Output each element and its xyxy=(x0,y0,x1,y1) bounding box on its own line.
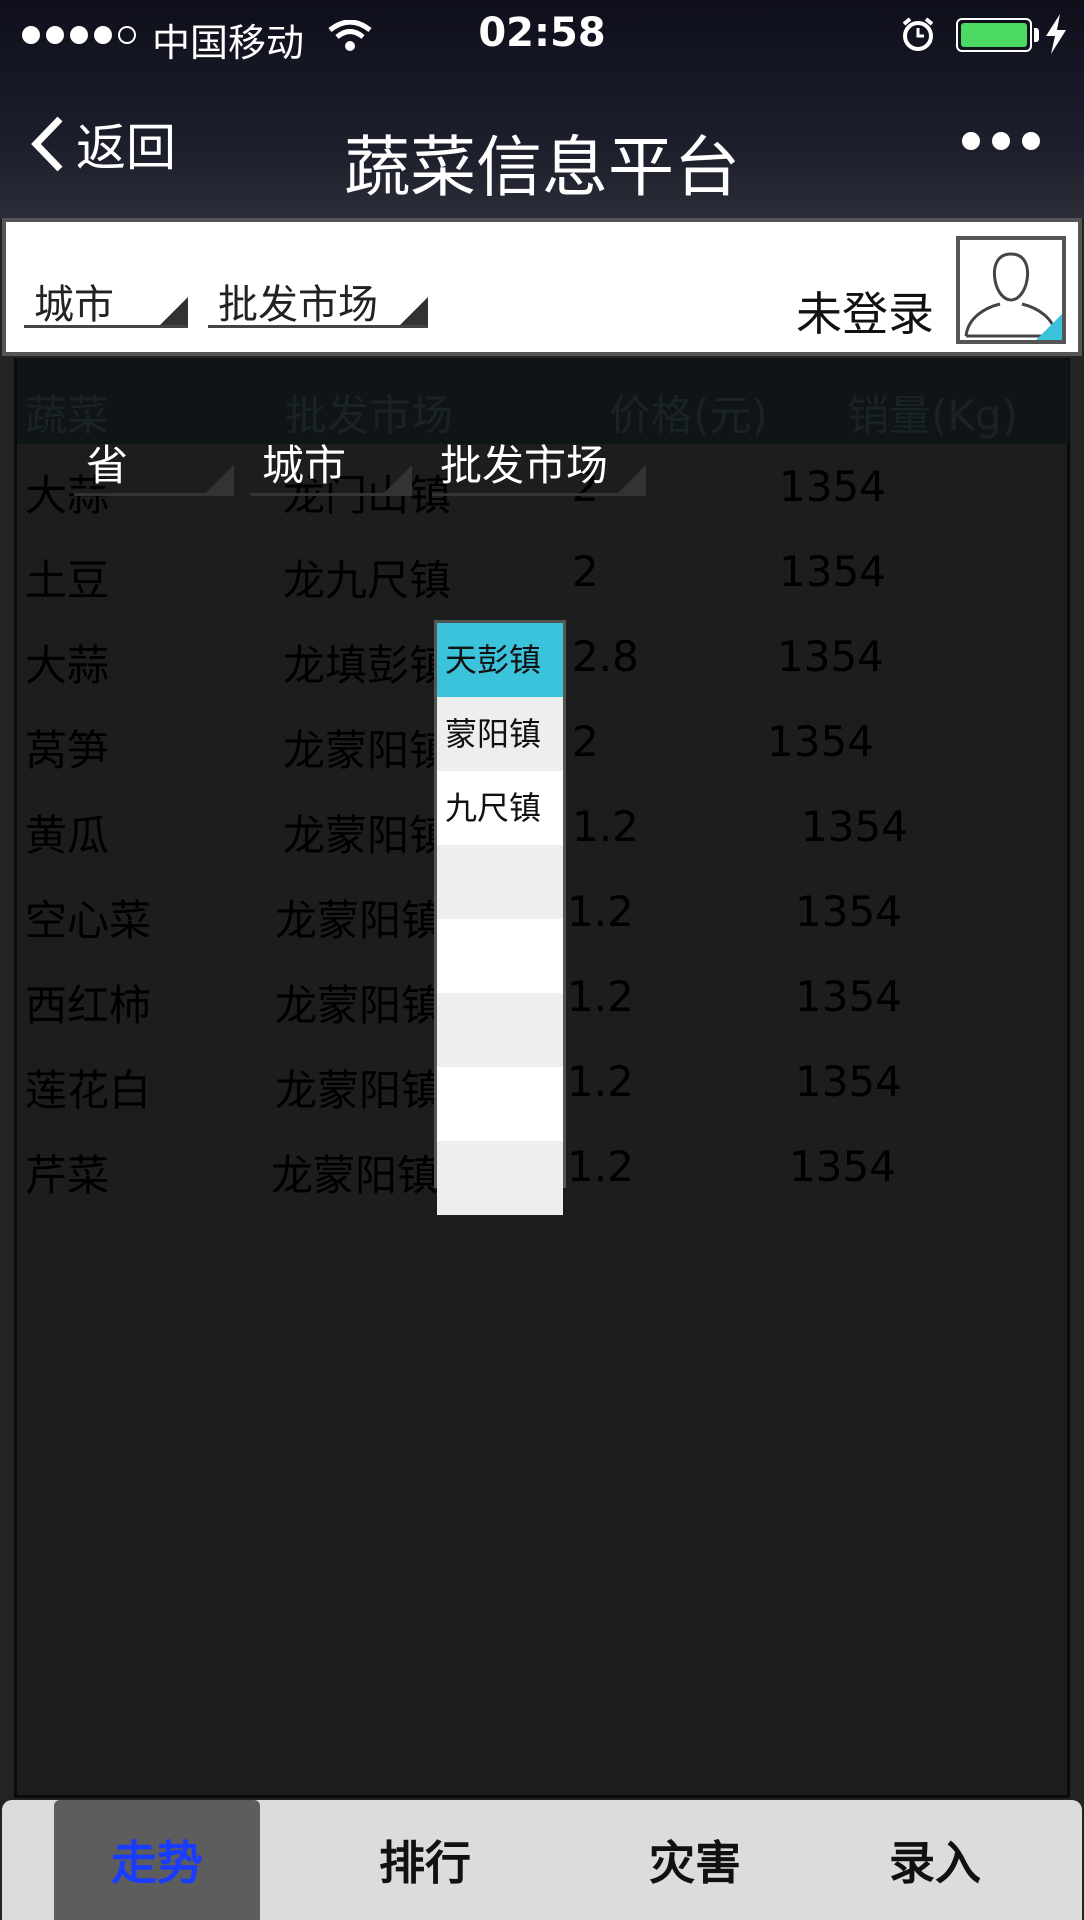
cell-volume: 1354 xyxy=(777,632,884,681)
cell-market: 龙蒙阳镇 xyxy=(275,1066,444,1115)
avatar[interactable] xyxy=(956,236,1066,344)
cell-price: 2 xyxy=(572,547,599,596)
cell-price: 1.2 xyxy=(567,887,634,936)
market-dropdown-list[interactable]: 天彭镇 蒙阳镇 九尺镇 xyxy=(434,620,566,1215)
dropdown-arrow-icon xyxy=(618,465,646,493)
navigation-bar: 返回 蔬菜信息平台 xyxy=(0,80,1084,216)
dot-icon xyxy=(992,132,1010,150)
tab-disaster[interactable]: 灾害 xyxy=(592,1800,798,1920)
dropdown-arrow-icon xyxy=(206,465,234,493)
table-row[interactable]: 土豆 龙九尺镇 2 1354 xyxy=(17,529,1069,614)
cell-market: 龙九尺镇 xyxy=(283,556,452,605)
overlay-market-select-label: 批发市场 xyxy=(440,441,609,490)
dropdown-option[interactable]: 天彭镇 xyxy=(437,623,563,697)
cell-price: 1.2 xyxy=(572,802,639,851)
cell-volume: 1354 xyxy=(789,1142,896,1191)
dropdown-arrow-icon xyxy=(160,297,188,325)
more-options-button[interactable] xyxy=(962,132,1040,150)
cell-volume: 1354 xyxy=(795,887,902,936)
city-select-label: 城市 xyxy=(34,282,114,328)
market-select[interactable]: 批发市场 xyxy=(208,272,428,328)
cell-volume: 1354 xyxy=(767,717,874,766)
alarm-icon xyxy=(902,17,934,51)
dropdown-arrow-icon xyxy=(400,297,428,325)
cell-vegetable: 西红柿 xyxy=(25,981,152,1030)
province-select-label: 省 xyxy=(86,441,129,490)
cell-vegetable: 大蒜 xyxy=(25,641,110,690)
cell-market: 龙填彭镇 xyxy=(283,641,452,690)
cell-volume: 1354 xyxy=(779,547,886,596)
cell-vegetable: 莴笋 xyxy=(25,726,110,775)
top-bar: 中国移动 02:58 返回 蔬菜信息平台 xyxy=(0,0,1084,218)
login-status[interactable]: 未登录 xyxy=(796,278,934,344)
tab-ranking[interactable]: 排行 xyxy=(322,1800,528,1920)
cell-price: 1.2 xyxy=(567,1057,634,1106)
cell-volume: 1354 xyxy=(795,972,902,1021)
bottom-tab-bar: 走势 排行 灾害 录入 xyxy=(2,1800,1082,1920)
battery-icon xyxy=(956,18,1032,52)
cell-vegetable: 黄瓜 xyxy=(25,811,110,860)
dropdown-option[interactable] xyxy=(437,1067,563,1141)
province-select[interactable]: 省 xyxy=(74,432,234,496)
cell-market: 龙蒙阳镇 xyxy=(283,726,452,775)
cell-vegetable: 芹菜 xyxy=(25,1151,110,1200)
cell-volume: 1354 xyxy=(795,1057,902,1106)
filter-bar: 城市 批发市场 未登录 xyxy=(2,218,1082,356)
overlay-city-select-label: 城市 xyxy=(262,441,347,490)
status-bar: 中国移动 02:58 xyxy=(0,0,1084,70)
dot-icon xyxy=(1022,132,1040,150)
cell-price: 1.2 xyxy=(567,1142,634,1191)
cell-market: 龙蒙阳镇 xyxy=(275,896,444,945)
cell-price: 2 xyxy=(572,717,599,766)
dropdown-arrow-icon xyxy=(384,465,412,493)
cell-price: 2.8 xyxy=(572,632,639,681)
market-select-label: 批发市场 xyxy=(218,282,378,328)
cell-volume: 1354 xyxy=(779,462,886,511)
cell-market: 龙蒙阳镇 xyxy=(283,811,452,860)
cell-vegetable: 莲花白 xyxy=(25,1066,152,1115)
city-select[interactable]: 城市 xyxy=(24,272,188,328)
cell-vegetable: 空心菜 xyxy=(25,896,152,945)
cell-volume: 1354 xyxy=(801,802,908,851)
dropdown-option[interactable] xyxy=(437,919,563,993)
cell-market: 龙蒙阳镇 xyxy=(275,981,444,1030)
header-volume: 销量(Kg) xyxy=(847,391,1018,440)
dropdown-option[interactable] xyxy=(437,1141,563,1215)
tab-trend[interactable]: 走势 xyxy=(54,1800,260,1920)
overlay-market-select[interactable]: 批发市场 xyxy=(432,432,646,496)
dropdown-option[interactable] xyxy=(437,993,563,1067)
dropdown-option[interactable] xyxy=(437,845,563,919)
cell-price: 1.2 xyxy=(567,972,634,1021)
tab-input[interactable]: 录入 xyxy=(832,1800,1038,1920)
page-title: 蔬菜信息平台 xyxy=(344,129,740,206)
dropdown-option[interactable]: 蒙阳镇 xyxy=(437,697,563,771)
overlay-city-select[interactable]: 城市 xyxy=(250,432,412,496)
dropdown-option[interactable]: 九尺镇 xyxy=(437,771,563,845)
dot-icon xyxy=(962,132,980,150)
cell-market: 龙蒙阳镇 xyxy=(271,1151,440,1200)
charging-icon xyxy=(1046,14,1066,54)
cell-vegetable: 土豆 xyxy=(25,556,110,605)
corner-indicator-icon xyxy=(1036,314,1062,340)
